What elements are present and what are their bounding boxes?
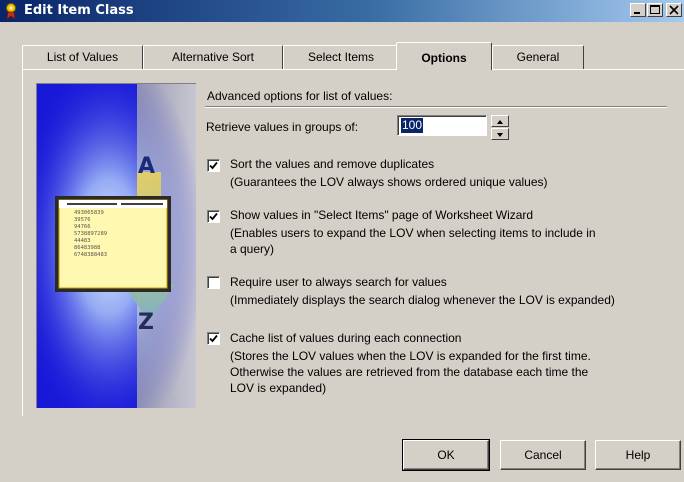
help-button[interactable]: Help [595, 440, 681, 470]
cancel-button[interactable]: Cancel [500, 440, 586, 470]
cache-lov-checkbox[interactable] [207, 332, 220, 345]
edit-item-class-dialog: Edit Item Class List of Values Alternati… [0, 0, 684, 482]
tab-list-of-values[interactable]: List of Values [22, 45, 143, 69]
letter-a: A [138, 154, 156, 179]
header-divider [205, 106, 667, 108]
cache-lov-description: (Stores the LOV values when the LOV is e… [230, 349, 591, 363]
item-class-icon [3, 2, 21, 20]
title-bar[interactable]: Edit Item Class [0, 0, 684, 22]
sort-dedupe-label[interactable]: Sort the values and remove duplicates [230, 157, 434, 171]
number-list: 493065839 39576 94766 5738897289 44483 8… [74, 210, 107, 259]
window-title: Edit Item Class [24, 3, 134, 18]
tab-alternative-sort[interactable]: Alternative Sort [143, 45, 283, 69]
tab-select-items[interactable]: Select Items [283, 45, 399, 69]
close-button[interactable] [666, 3, 682, 17]
cache-lov-label[interactable]: Cache list of values during each connect… [230, 331, 461, 345]
maximize-button[interactable] [647, 3, 663, 17]
ok-button[interactable]: OK [402, 439, 490, 471]
require-search-checkbox[interactable] [207, 276, 220, 289]
options-header: Advanced options for list of values: [207, 89, 393, 103]
number-item: 6748388483 [74, 252, 108, 258]
tab-label: General [516, 50, 560, 64]
require-search-description: (Immediately displays the search dialog … [230, 293, 615, 307]
minimize-button[interactable] [630, 3, 646, 17]
tab-options[interactable]: Options [396, 42, 492, 70]
tab-label: List of Values [46, 50, 119, 64]
number-item: 5738897289 [74, 231, 108, 237]
retrieve-groups-input[interactable]: 100 [397, 115, 487, 136]
sort-dedupe-checkbox[interactable] [207, 159, 220, 172]
retrieve-groups-value: 100 [401, 118, 424, 133]
number-item: 94766 [74, 224, 91, 230]
tab-label: Options [421, 51, 467, 65]
tab-label: Alternative Sort [171, 50, 255, 64]
spin-up-button[interactable] [491, 115, 509, 127]
show-select-items-checkbox[interactable] [207, 210, 220, 223]
number-item: 493065839 [74, 210, 104, 216]
require-search-label[interactable]: Require user to always search for values [230, 275, 447, 289]
show-select-items-description: (Enables users to expand the LOV when se… [230, 226, 596, 240]
sort-dedupe-description: (Guarantees the LOV always shows ordered… [230, 175, 548, 189]
tab-general[interactable]: General [492, 45, 584, 69]
tab-label: Select Items [307, 50, 375, 64]
cache-lov-description: Otherwise the values are retrieved from … [230, 365, 589, 379]
ok-button-label: OK [437, 448, 455, 462]
show-select-items-description: a query) [230, 242, 275, 256]
number-item: 86483988 [74, 245, 101, 251]
show-select-items-label[interactable]: Show values in "Select Items" page of Wo… [230, 208, 533, 222]
number-item: 39576 [74, 217, 91, 223]
cancel-button-label: Cancel [524, 448, 562, 462]
lov-illustration: A Z 493065839 39576 94766 5738897289 444… [36, 83, 196, 408]
letter-z: Z [138, 310, 154, 335]
spin-down-button[interactable] [491, 128, 509, 140]
help-button-label: Help [625, 448, 651, 462]
number-item: 44483 [74, 238, 91, 244]
cache-lov-description: LOV is expanded) [230, 381, 327, 395]
retrieve-label: Retrieve values in groups of: [206, 120, 359, 134]
